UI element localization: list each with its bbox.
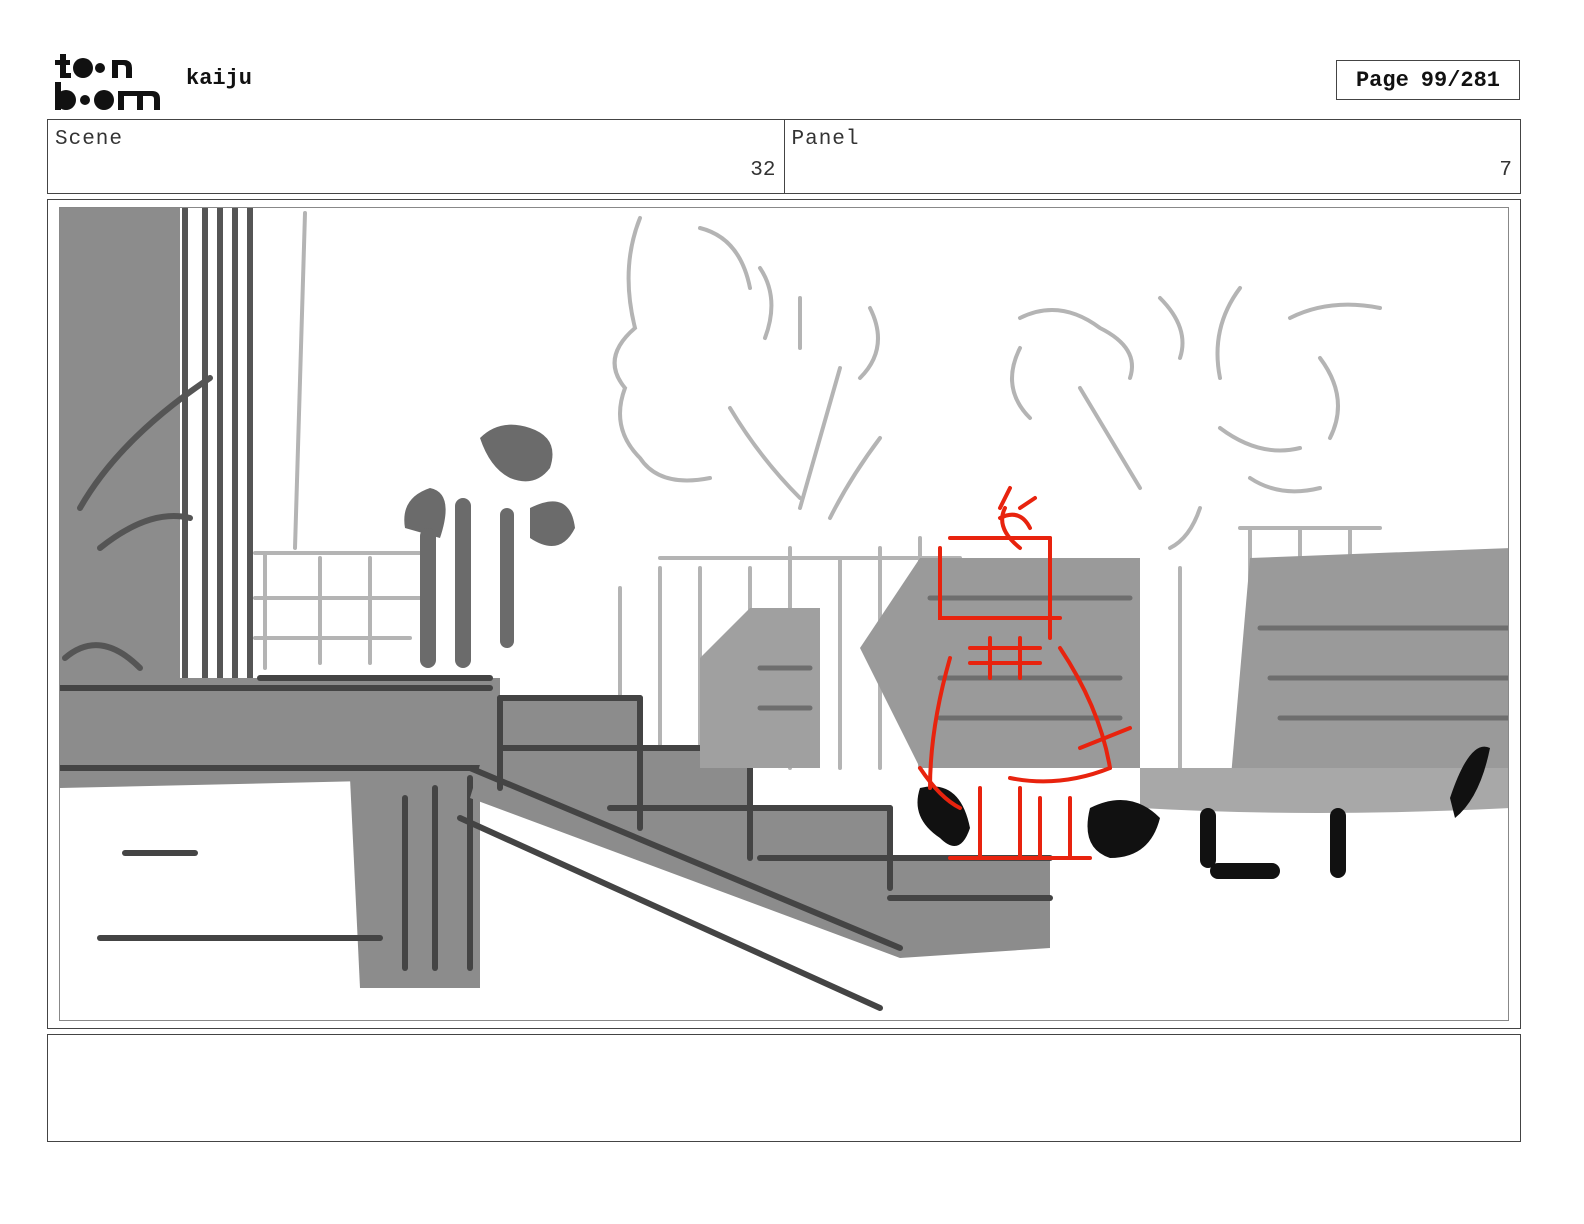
toonboom-logo: [55, 54, 160, 110]
panel-notes-area: [47, 1034, 1521, 1142]
page-number: 99/281: [1420, 67, 1501, 93]
panel-label: Panel: [791, 128, 860, 151]
scene-number: 32: [750, 159, 776, 182]
page-indicator: Page 99/281: [1336, 60, 1520, 100]
page-label: Page: [1355, 67, 1409, 93]
scene-panel-header: Scene 32 Panel 7: [47, 119, 1521, 194]
storyboard-drawing: [59, 207, 1509, 1021]
storyboard-sketch: [60, 208, 1508, 1011]
project-title: kaiju: [186, 66, 253, 91]
scene-cell: Scene 32: [48, 120, 784, 193]
panel-number: 7: [1499, 159, 1512, 182]
scene-label: Scene: [55, 128, 124, 151]
panel-cell: Panel 7: [783, 120, 1521, 193]
